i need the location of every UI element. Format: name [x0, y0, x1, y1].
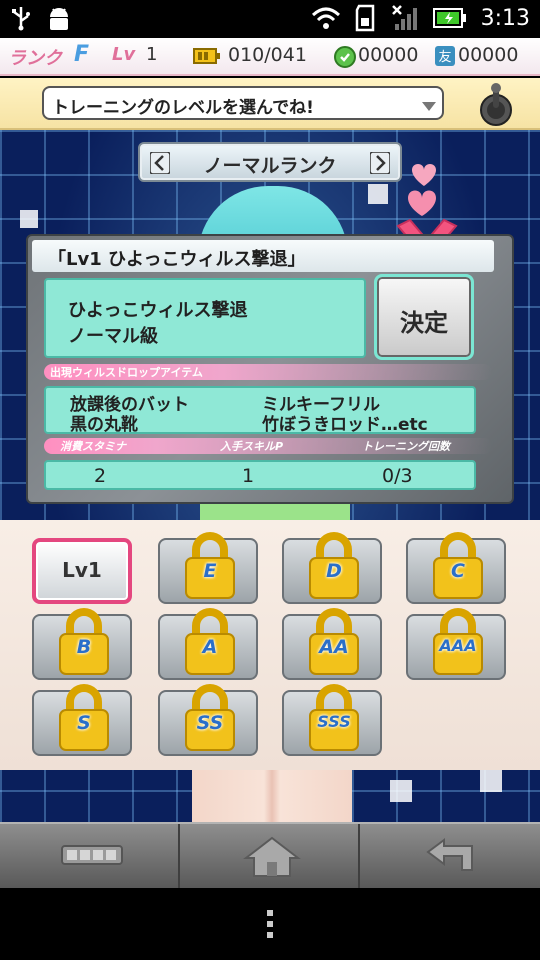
skill-points-header: 入手スキルP: [220, 440, 284, 453]
lever-switch-icon[interactable]: [474, 82, 518, 126]
level-label: SSS: [317, 712, 351, 731]
grid-glow: [390, 780, 412, 802]
level-button-c[interactable]: C: [406, 532, 506, 604]
grid-glow: [20, 210, 38, 228]
quest-name: ひよっこウィルス撃退: [68, 300, 248, 321]
home-icon: [243, 836, 301, 877]
svg-text:友: 友: [438, 49, 451, 65]
overflow-menu-icon[interactable]: [266, 908, 274, 940]
level-button-a[interactable]: A: [158, 608, 258, 680]
level-button-b[interactable]: B: [32, 608, 132, 680]
quest-difficulty: ノーマル級: [68, 326, 158, 347]
level-label: Lv1: [62, 558, 102, 582]
stats-values: 2 1 0/3: [44, 460, 476, 490]
friend-points-icon: 友: [435, 46, 455, 66]
quest-title-bar: 「Lv1 ひよっこウィルス撃退」: [32, 240, 494, 272]
level-label: S: [77, 712, 91, 734]
level-button-aaa[interactable]: AAA: [406, 608, 506, 680]
level-label: D: [326, 560, 342, 582]
signal-icon: [391, 5, 417, 30]
system-bar: [0, 888, 540, 960]
confirm-button-label: 決定: [400, 309, 448, 337]
coin-icon: [334, 46, 356, 68]
speech-bubble[interactable]: トレーニングのレベルを選んでね!: [42, 86, 444, 120]
level-label: B: [76, 636, 92, 658]
level-label: Lv: [112, 44, 136, 65]
level-label: A: [202, 636, 218, 658]
level-button-aa[interactable]: AA: [282, 608, 382, 680]
drop-items-header-label: 出現ウィルスドロップアイテム: [50, 366, 203, 379]
level-button-s[interactable]: S: [32, 684, 132, 756]
message-strip: トレーニングのレベルを選んでね!: [0, 78, 540, 130]
drop-items-list: 放課後のバット ミルキーフリル 黒の丸靴 竹ぼうきロッド…etc: [44, 386, 476, 435]
back-icon: [426, 838, 473, 871]
level-label: E: [203, 560, 217, 582]
lock-icon: AA: [304, 606, 364, 676]
clock: 3:13: [480, 5, 530, 31]
lock-icon: E: [180, 530, 240, 600]
level-label: C: [451, 560, 465, 582]
lock-icon: D: [304, 530, 364, 600]
bubble-next-icon: [422, 102, 436, 111]
level-button-e[interactable]: E: [158, 532, 258, 604]
bottom-nav: [0, 822, 540, 888]
grid-glow: [480, 770, 502, 792]
rank-label: ランク: [8, 48, 62, 69]
quest-title: 「Lv1 ひよっこウィルス撃退」: [48, 249, 306, 270]
prev-rank-arrow-icon[interactable]: [150, 152, 170, 174]
back-button[interactable]: [360, 824, 540, 888]
next-rank-arrow-icon[interactable]: [370, 152, 390, 174]
drop-item: 黒の丸靴: [70, 415, 138, 435]
status-bar: 3:13: [0, 0, 540, 38]
stamina-value: 010/041: [228, 44, 307, 66]
drop-item: 竹ぼうきロッド…etc: [262, 415, 428, 435]
menu-button[interactable]: [0, 824, 180, 888]
training-count-header: トレーニング回数: [362, 440, 450, 453]
level-button-d[interactable]: D: [282, 532, 382, 604]
rank-value: F: [74, 42, 90, 67]
sd-card-icon: [355, 4, 374, 32]
rank-selector: ノーマルランク: [138, 142, 402, 182]
lock-icon: SS: [180, 682, 240, 752]
level-grid: Lv1 E D C B A AA AAA S SS SSS: [0, 520, 540, 770]
level-button-lv1[interactable]: Lv1: [32, 538, 132, 604]
battery-stamina-icon: [193, 48, 220, 64]
coin-value: 00000: [358, 44, 419, 66]
lock-icon: S: [54, 682, 114, 752]
lock-icon: A: [180, 606, 240, 676]
speech-text: トレーニングのレベルを選んでね!: [52, 98, 314, 118]
stats-header: 消費スタミナ 入手スキルP トレーニング回数: [44, 438, 492, 454]
level-label: AA: [319, 636, 349, 658]
home-button[interactable]: [180, 824, 360, 888]
android-debug-icon: [50, 8, 68, 30]
drop-items-header: 出現ウィルスドロップアイテム: [44, 364, 492, 380]
level-button-sss[interactable]: SSS: [282, 684, 382, 756]
level-button-ss[interactable]: SS: [158, 684, 258, 756]
battery-icon: [432, 8, 466, 28]
level-value: 1: [146, 44, 158, 65]
stamina-cost-value: 2: [94, 465, 107, 487]
quest-summary: ひよっこウィルス撃退 ノーマル級: [44, 278, 366, 358]
level-label: SS: [196, 712, 224, 734]
confirm-button[interactable]: 決定: [374, 274, 474, 360]
player-hud: ランク F Lv 1 010/041 00000 友 00000: [0, 38, 540, 76]
friend-points-value: 00000: [458, 44, 519, 66]
level-label: AAA: [439, 636, 477, 655]
skill-points-value: 1: [242, 465, 255, 487]
grid-glow: [368, 184, 388, 204]
stamina-cost-header: 消費スタミナ: [60, 440, 126, 453]
lock-icon: SSS: [304, 682, 364, 752]
rank-selector-label: ノーマルランク: [203, 155, 337, 177]
wifi-icon: [311, 7, 340, 29]
lock-icon: AAA: [428, 606, 488, 676]
lock-icon: B: [54, 606, 114, 676]
training-count-value: 0/3: [382, 465, 413, 487]
menu-grid-icon: [61, 845, 123, 865]
quest-info-panel: 「Lv1 ひよっこウィルス撃退」 ひよっこウィルス撃退 ノーマル級 決定 出現ウ…: [26, 234, 514, 504]
lock-icon: C: [428, 530, 488, 600]
usb-icon: [12, 7, 30, 31]
